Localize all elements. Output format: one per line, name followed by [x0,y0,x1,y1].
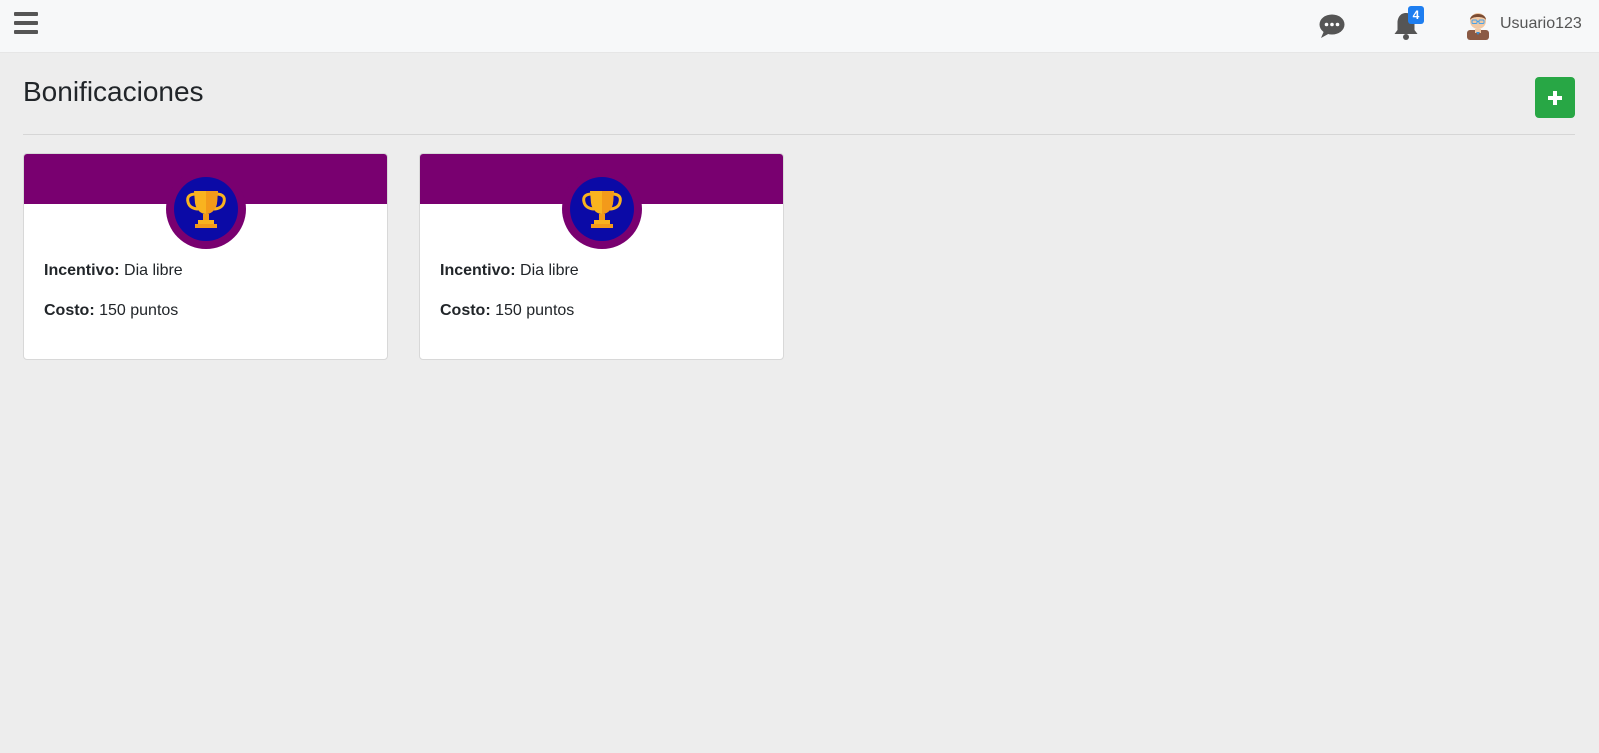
page-title: Bonificaciones [23,76,204,107]
trophy-icon [582,191,622,228]
add-button[interactable] [1535,77,1575,118]
user-menu[interactable]: Usuario123 [1462,6,1582,42]
title-divider [23,134,1575,135]
trophy-badge [166,169,246,249]
incentive-value: Dia libre [124,262,183,279]
user-avatar-icon [1467,13,1489,40]
cost-label: Costo: [44,302,95,319]
incentive-row: Incentivo: Dia libre [44,262,183,280]
cost-row: Costo: 150 puntos [44,302,183,320]
bonus-card[interactable]: Incentivo: Dia libre Costo: 150 puntos [419,153,784,360]
notification-badge: 4 [1408,6,1424,24]
cost-label: Costo: [440,302,491,319]
bonus-card[interactable]: Incentivo: Dia libre Costo: 150 puntos [23,153,388,360]
hamburger-icon[interactable] [14,12,38,34]
plus-icon [1548,90,1562,105]
incentive-value: Dia libre [520,262,579,279]
cost-value: 150 puntos [99,302,179,319]
trophy-icon [186,191,226,228]
cost-value: 150 puntos [495,302,575,319]
chat-bubble-icon[interactable] [1318,12,1346,40]
bonus-card-list: Incentivo: Dia libre Costo: 150 puntos I… [23,153,784,360]
top-navbar: 4 Usuario123 [0,0,1599,53]
incentive-label: Incentivo: [44,262,120,279]
incentive-label: Incentivo: [440,262,516,279]
trophy-badge [562,169,642,249]
incentive-row: Incentivo: Dia libre [440,262,579,280]
username: Usuario123 [1500,15,1582,32]
cost-row: Costo: 150 puntos [440,302,579,320]
